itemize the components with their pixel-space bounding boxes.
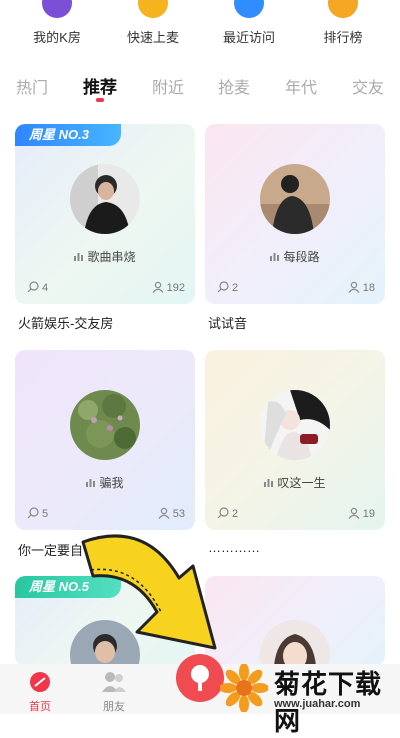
tab-nearby[interactable]: 附近	[152, 74, 184, 98]
person-icon	[348, 507, 360, 519]
tab-recommended[interactable]: 推荐	[83, 73, 117, 98]
comment-count: 5	[27, 507, 49, 520]
comment-count-value: 2	[232, 282, 239, 294]
k-room-icon	[42, 0, 72, 18]
quick-entry-label: 排行榜	[323, 30, 363, 45]
comment-count: 2	[217, 507, 239, 520]
tab-hot[interactable]: 热门	[16, 74, 48, 98]
quick-entry-bar: 我的K房 快速上麦 最近访问 排行榜	[0, 0, 400, 56]
member-count: 53	[158, 507, 185, 520]
room-card[interactable]: 周星 NO.3 歌曲串烧 4 192	[15, 124, 195, 304]
create-room-button[interactable]	[176, 654, 224, 702]
nav-label: 朋友	[103, 701, 125, 713]
friends-icon	[102, 672, 126, 692]
tab-grab-mic[interactable]: 抢麦	[218, 74, 250, 98]
comment-count-value: 4	[42, 282, 49, 294]
room-title[interactable]: 火箭娱乐-交友房	[18, 313, 113, 332]
room-title[interactable]: 你一定要自	[18, 540, 83, 559]
room-song: 骗我	[15, 474, 195, 491]
comment-count-value: 5	[42, 508, 49, 520]
room-card[interactable]: 叹这一生 2 19	[205, 350, 385, 530]
ranking-icon	[328, 0, 358, 18]
room-card[interactable]: 每段路 2 18	[205, 124, 385, 304]
song-title: 歌曲串烧	[87, 250, 136, 264]
comment-count: 2	[217, 281, 239, 294]
member-count-value: 192	[166, 282, 185, 294]
category-tabs: 热门 推荐 附近 抢麦 年代 交友	[0, 70, 400, 104]
room-song: 每段路	[205, 248, 385, 265]
song-title: 每段路	[283, 250, 320, 264]
person-icon	[348, 281, 360, 293]
comment-icon	[27, 507, 39, 519]
member-count: 19	[348, 507, 375, 520]
member-count-value: 18	[362, 282, 375, 294]
room-card[interactable]: 骗我 5 53	[15, 350, 195, 530]
quick-entry-label: 快速上麦	[126, 30, 179, 45]
comment-count: 4	[27, 281, 49, 294]
avatar	[260, 164, 330, 234]
sound-bars-icon	[264, 479, 274, 488]
watermark-url: www.juahar.com	[274, 698, 361, 710]
person-icon	[158, 507, 170, 519]
comment-icon	[217, 507, 229, 519]
nav-label: 首页	[29, 701, 51, 713]
room-song: 叹这一生	[205, 474, 385, 491]
site-watermark: 菊花下载网 www.juahar.com	[218, 660, 400, 737]
sound-bars-icon	[86, 479, 96, 488]
quick-entry-label: 最近访问	[222, 30, 275, 45]
weekly-star-badge: 周星 NO.3	[15, 124, 121, 146]
room-title[interactable]: 试试音	[208, 313, 247, 332]
recent-visit-icon	[234, 0, 264, 18]
member-count: 192	[152, 281, 185, 294]
chrysanthemum-logo-icon	[220, 664, 268, 712]
comment-icon	[27, 281, 39, 293]
active-tab-indicator	[96, 98, 104, 102]
person-icon	[152, 281, 164, 293]
sound-bars-icon	[74, 253, 84, 262]
avatar	[70, 164, 140, 234]
tab-era[interactable]: 年代	[285, 74, 317, 98]
quick-entry-label: 我的K房	[33, 30, 81, 45]
member-count-value: 53	[172, 508, 185, 520]
member-count-value: 19	[362, 508, 375, 520]
mic-icon	[191, 665, 209, 691]
room-song: 歌曲串烧	[15, 248, 195, 265]
avatar	[260, 390, 330, 460]
tab-social[interactable]: 交友	[352, 74, 384, 98]
quick-mic-icon	[138, 0, 168, 18]
comment-count-value: 2	[232, 508, 239, 520]
sound-bars-icon	[270, 253, 280, 262]
member-count: 18	[348, 281, 375, 294]
song-title: 叹这一生	[277, 476, 326, 490]
song-title: 骗我	[99, 476, 124, 490]
avatar	[70, 390, 140, 460]
home-icon	[30, 672, 50, 692]
pointer-arrow-overlay	[81, 534, 217, 650]
comment-icon	[217, 281, 229, 293]
